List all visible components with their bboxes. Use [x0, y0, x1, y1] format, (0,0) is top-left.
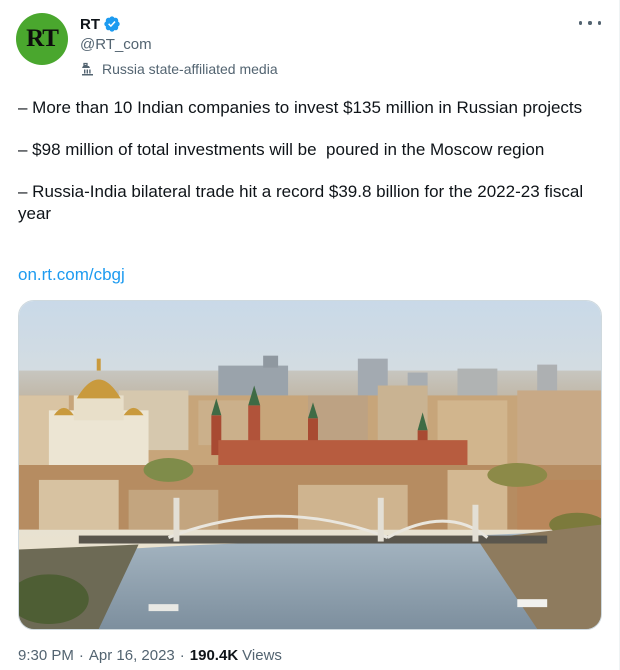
tweet-paragraph: – More than 10 Indian companies to inves… — [18, 98, 583, 117]
meta-separator: · — [78, 647, 84, 664]
tweet-paragraph: – $98 million of total investments will … — [18, 140, 545, 159]
moscow-cityscape-image — [19, 301, 601, 629]
tweet-paragraph: – Russia-India bilateral trade hit a rec… — [18, 182, 588, 223]
more-options-icon[interactable] — [579, 16, 601, 30]
tweet-media-image[interactable] — [18, 300, 602, 630]
avatar[interactable]: RT — [16, 13, 68, 65]
meta-separator: · — [179, 647, 185, 664]
verified-badge-icon[interactable] — [103, 15, 121, 33]
views-count: 190.4K — [189, 647, 239, 664]
views-label: Views — [242, 647, 282, 664]
tweet-text: – More than 10 Indian companies to inves… — [18, 97, 603, 245]
author-display-name[interactable]: RT — [80, 16, 100, 33]
tweet-date[interactable]: Apr 16, 2023 — [89, 647, 175, 664]
affiliation-label[interactable]: Russia state-affiliated media — [80, 60, 278, 78]
tweet-link[interactable]: on.rt.com/cbgj — [18, 264, 125, 286]
author-name-row: RT — [80, 14, 121, 34]
state-media-flag-icon — [82, 62, 93, 76]
affiliation-text: Russia state-affiliated media — [102, 61, 278, 77]
tweet-meta: 9:30 PM · Apr 16, 2023 · 190.4K Views — [18, 647, 282, 664]
author-handle[interactable]: @RT_com — [80, 36, 152, 53]
avatar-logo-text: RT — [26, 25, 59, 52]
tweet-card: RT RT @RT_com Russia state-affiliated me… — [0, 0, 620, 670]
tweet-time[interactable]: 9:30 PM — [18, 647, 74, 664]
